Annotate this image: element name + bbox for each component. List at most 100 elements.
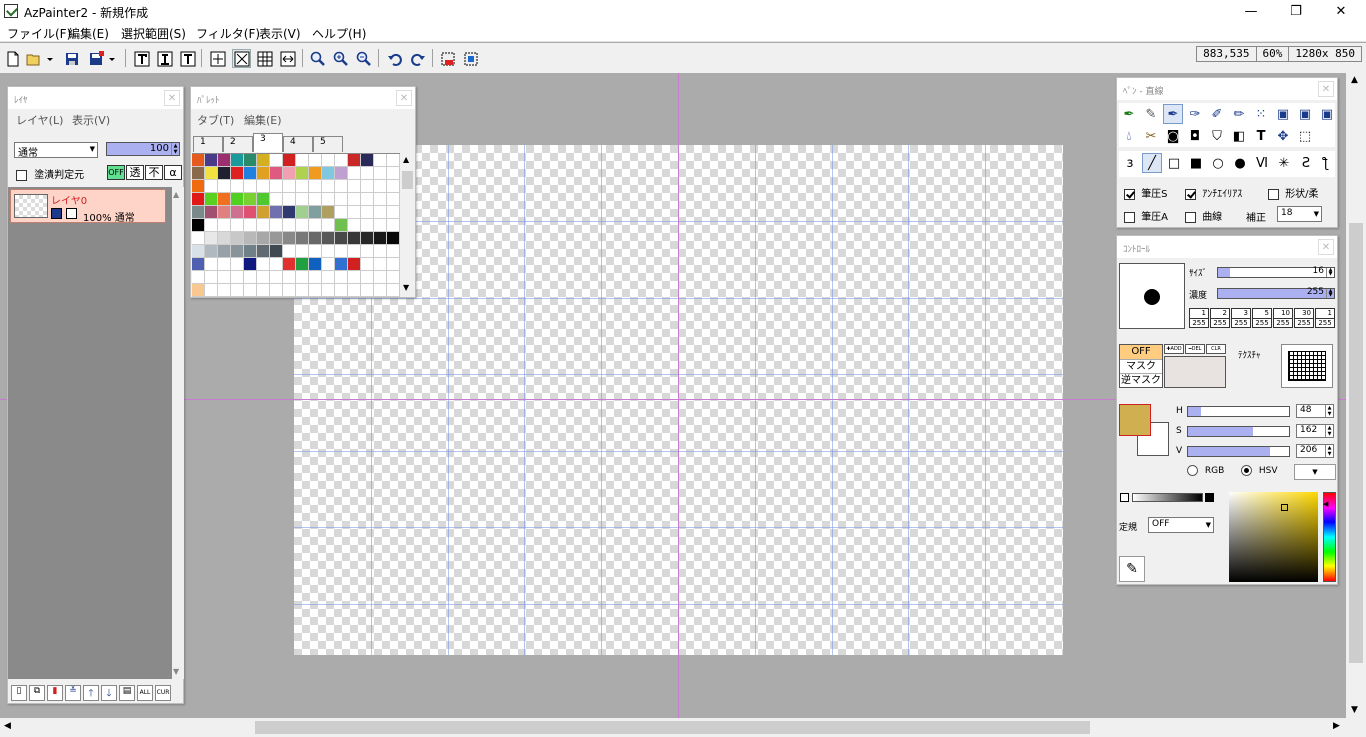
palette-swatch[interactable]	[283, 154, 296, 167]
palette-swatch[interactable]	[322, 180, 335, 193]
palette-swatch[interactable]	[309, 258, 322, 271]
palette-swatch[interactable]	[218, 284, 231, 297]
palette-swatch[interactable]	[296, 232, 309, 245]
palette-swatch[interactable]	[348, 271, 361, 284]
palette-scrollbar[interactable]: ▲ ▼	[400, 153, 415, 297]
palette-swatch[interactable]	[283, 180, 296, 193]
zoom-in-icon[interactable]	[331, 49, 350, 68]
palette-swatch[interactable]	[257, 245, 270, 258]
palette-swatch[interactable]	[283, 271, 296, 284]
palette-swatch[interactable]	[309, 271, 322, 284]
palette-swatch[interactable]	[244, 271, 257, 284]
palette-swatch[interactable]	[192, 154, 205, 167]
palette-swatch[interactable]	[361, 219, 374, 232]
palette-swatch[interactable]	[387, 271, 400, 284]
palette-swatch[interactable]	[335, 219, 348, 232]
saturation-value-picker[interactable]	[1229, 492, 1318, 582]
text-tool-icon[interactable]	[132, 49, 151, 68]
color-mode-dropdown[interactable]: ▼	[1294, 464, 1336, 480]
palette-swatch[interactable]	[283, 219, 296, 232]
palette-swatch[interactable]	[218, 271, 231, 284]
palette-swatch[interactable]	[322, 284, 335, 297]
palette-tab-3[interactable]: 3	[253, 133, 283, 152]
palette-swatch[interactable]	[387, 180, 400, 193]
mask-button[interactable]: マスク	[1120, 359, 1162, 373]
move-tool-icon[interactable]: ✥	[1273, 126, 1293, 146]
hue-strip[interactable]: ◀	[1323, 492, 1336, 582]
palette-swatch[interactable]	[361, 193, 374, 206]
palette-swatch[interactable]	[257, 258, 270, 271]
eyedropper-icon[interactable]: ✎	[1119, 556, 1145, 582]
palette-swatch[interactable]	[335, 271, 348, 284]
palette-swatch[interactable]	[192, 284, 205, 297]
menu-selection[interactable]: 選択範囲(S)	[121, 25, 186, 42]
save-icon[interactable]	[62, 49, 81, 68]
palette-swatch[interactable]	[231, 271, 244, 284]
palette-swatch[interactable]	[218, 167, 231, 180]
palette-swatch[interactable]	[348, 258, 361, 271]
palette-swatch[interactable]	[257, 154, 270, 167]
filter-tool-icon[interactable]: ▣	[1295, 104, 1315, 124]
move-down-icon[interactable]: 🡓	[101, 685, 117, 701]
palette-swatch[interactable]	[205, 258, 218, 271]
palette-swatch[interactable]	[361, 258, 374, 271]
brush-preset-button[interactable]: 10 255	[1273, 308, 1293, 328]
polyline-shape-icon[interactable]: Ⅵ	[1252, 153, 1272, 173]
layer-list-scrollbar[interactable]: ▲ ▼	[172, 187, 184, 679]
control-panel-close-button[interactable]: ✕	[1318, 239, 1334, 255]
burst-shape-icon[interactable]: ✳	[1274, 153, 1294, 173]
palette-swatch[interactable]	[283, 245, 296, 258]
fill-ref-checkbox[interactable]	[16, 169, 27, 181]
palette-swatch[interactable]	[374, 258, 387, 271]
mask-color-box[interactable]	[1164, 356, 1226, 388]
palette-swatch[interactable]	[322, 206, 335, 219]
palette-tab-5[interactable]: 5	[313, 136, 343, 152]
hsv-radio[interactable]	[1241, 465, 1252, 476]
palette-swatch[interactable]	[192, 167, 205, 180]
palette-swatch[interactable]	[335, 232, 348, 245]
palette-swatch[interactable]	[348, 232, 361, 245]
line-shape-icon[interactable]: ╱	[1142, 153, 1162, 173]
palette-swatch[interactable]	[387, 219, 400, 232]
menu-edit[interactable]: 編集(E)	[68, 25, 109, 42]
palette-swatch[interactable]	[205, 193, 218, 206]
palette-swatch[interactable]	[257, 284, 270, 297]
palette-swatch[interactable]	[218, 258, 231, 271]
palette-swatch[interactable]	[192, 219, 205, 232]
palette-swatch[interactable]	[231, 232, 244, 245]
overlay-tool-icon[interactable]: ▣	[1317, 104, 1337, 124]
palette-panel-close-button[interactable]: ✕	[396, 90, 412, 106]
palette-swatch[interactable]	[218, 206, 231, 219]
palette-swatch[interactable]	[270, 284, 283, 297]
select-all-icon[interactable]	[461, 49, 480, 68]
palette-swatch[interactable]	[244, 180, 257, 193]
palette-swatch[interactable]	[335, 245, 348, 258]
palette-swatch[interactable]	[244, 193, 257, 206]
palette-swatch[interactable]	[192, 180, 205, 193]
palette-swatch[interactable]	[283, 167, 296, 180]
palette-swatch[interactable]	[348, 206, 361, 219]
paste-text-icon[interactable]	[155, 49, 174, 68]
palette-swatch[interactable]	[231, 167, 244, 180]
palette-swatch[interactable]	[374, 154, 387, 167]
curve-checkbox[interactable]	[1185, 211, 1196, 223]
fill-area-icon[interactable]: ◘	[1185, 126, 1205, 146]
value-input[interactable]: 206 ▲ ▼	[1296, 444, 1334, 458]
finger-tool-icon[interactable]: ✏	[1229, 104, 1249, 124]
palette-swatch[interactable]	[231, 180, 244, 193]
palette-swatch[interactable]	[374, 206, 387, 219]
palette-swatch[interactable]	[322, 245, 335, 258]
palette-swatch[interactable]	[309, 232, 322, 245]
palette-swatch[interactable]	[361, 284, 374, 297]
palette-swatch[interactable]	[309, 206, 322, 219]
mode-alpha-button[interactable]: α	[164, 165, 182, 180]
menu-help[interactable]: ヘルプ(H)	[312, 25, 366, 42]
palette-swatch[interactable]	[387, 206, 400, 219]
palette-swatch[interactable]	[296, 154, 309, 167]
layer-panel-close-button[interactable]: ✕	[164, 90, 180, 106]
text-tool-icon[interactable]: T	[1251, 126, 1271, 146]
palette-swatch[interactable]	[192, 232, 205, 245]
menu-filter[interactable]: フィルタ(F)	[196, 25, 260, 42]
palette-swatch[interactable]	[218, 232, 231, 245]
mask-clr-button[interactable]: CLR	[1206, 344, 1226, 354]
